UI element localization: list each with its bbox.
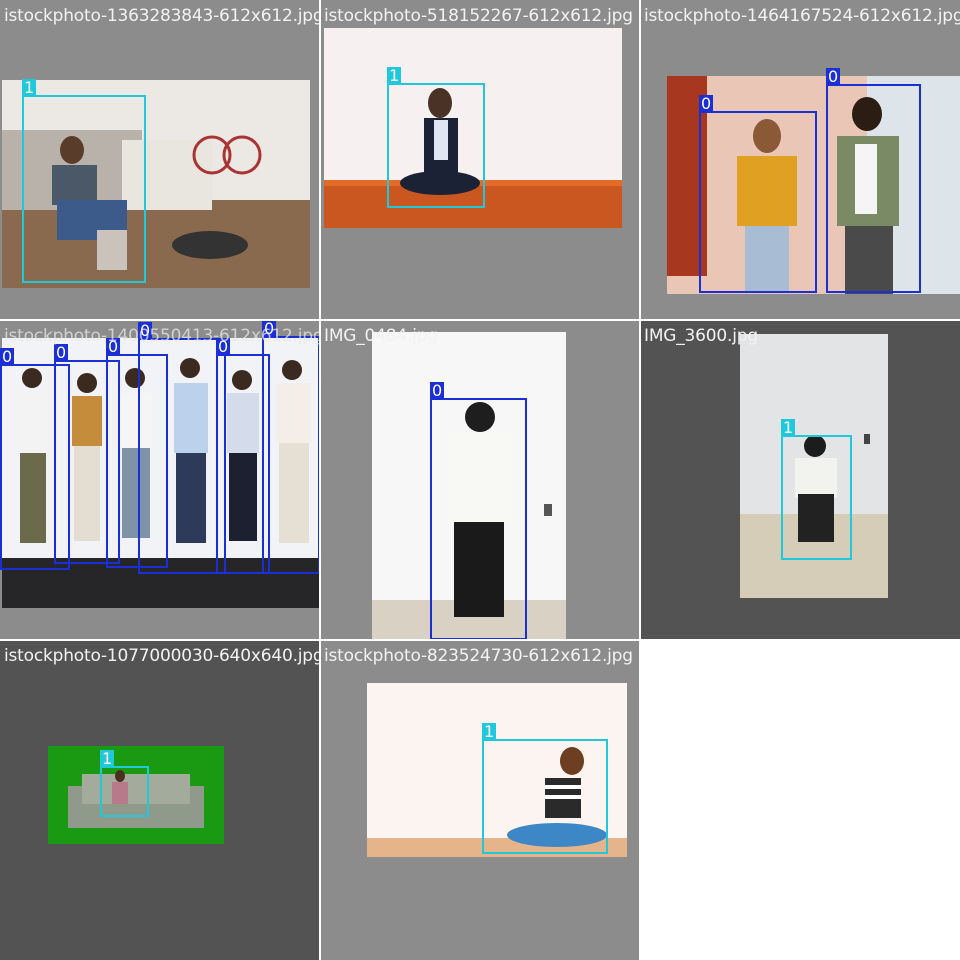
mosaic-tile: 1 istockphoto-518152267-612x612.jpg (320, 0, 640, 320)
class-label: 1 (387, 66, 402, 85)
grid-divider (0, 639, 960, 641)
grid-divider (0, 319, 960, 321)
class-label: 1 (22, 78, 37, 97)
mosaic-tile: 0 IMG_0484.jpg (320, 320, 640, 640)
image-filename: IMG_3600.jpg (644, 326, 758, 346)
detection-box: 0 (699, 95, 817, 293)
detection-box: 1 (387, 67, 485, 208)
image-filename: IMG_0484.jpg (324, 326, 438, 346)
image-filename: istockphoto-1077000030-640x640.jpg (4, 646, 320, 666)
empty-tile (640, 640, 960, 960)
detection-box: 1 (482, 723, 608, 854)
image-filename: istockphoto-823524730-612x612.jpg (324, 646, 633, 666)
class-label: 0 (826, 67, 841, 86)
class-label: 1 (482, 722, 497, 741)
class-label: 0 (54, 343, 69, 362)
grid-divider (639, 0, 641, 960)
detection-box: 0 (262, 320, 320, 574)
grid-divider (319, 0, 321, 960)
image-filename: istockphoto-1363283843-612x612.jpg (4, 6, 320, 26)
class-label: 1 (100, 749, 115, 768)
detection-box: 0 (430, 382, 527, 640)
image-filename: istockphoto-1400550413-612x612.jpg (4, 326, 320, 346)
detection-mosaic: 1 istockphoto-1363283843-612x612.jpg 1 i… (0, 0, 960, 960)
mosaic-tile: 1 istockphoto-1363283843-612x612.jpg (0, 0, 320, 320)
class-label: 0 (430, 381, 445, 400)
mosaic-tile: 1 istockphoto-823524730-612x612.jpg (320, 640, 640, 960)
mosaic-tile: 1 istockphoto-1077000030-640x640.jpg (0, 640, 320, 960)
image-filename: istockphoto-1464167524-612x612.jpg (644, 6, 960, 26)
mosaic-tile: 1 IMG_3600.jpg (640, 320, 960, 640)
detection-box: 1 (781, 419, 852, 560)
class-label: 1 (781, 418, 796, 437)
detection-box: 0 (138, 322, 226, 574)
class-label: 0 (699, 94, 714, 113)
class-label: 0 (0, 347, 15, 366)
image-filename: istockphoto-518152267-612x612.jpg (324, 6, 633, 26)
detection-box: 1 (22, 79, 146, 283)
mosaic-tile: 0 0 istockphoto-1464167524-612x612.jpg (640, 0, 960, 320)
detection-box: 0 (826, 68, 921, 293)
mosaic-tile: 0 0 0 0 0 0 istockphoto-1400550413-612x6… (0, 320, 320, 640)
detection-box: 1 (100, 750, 149, 817)
